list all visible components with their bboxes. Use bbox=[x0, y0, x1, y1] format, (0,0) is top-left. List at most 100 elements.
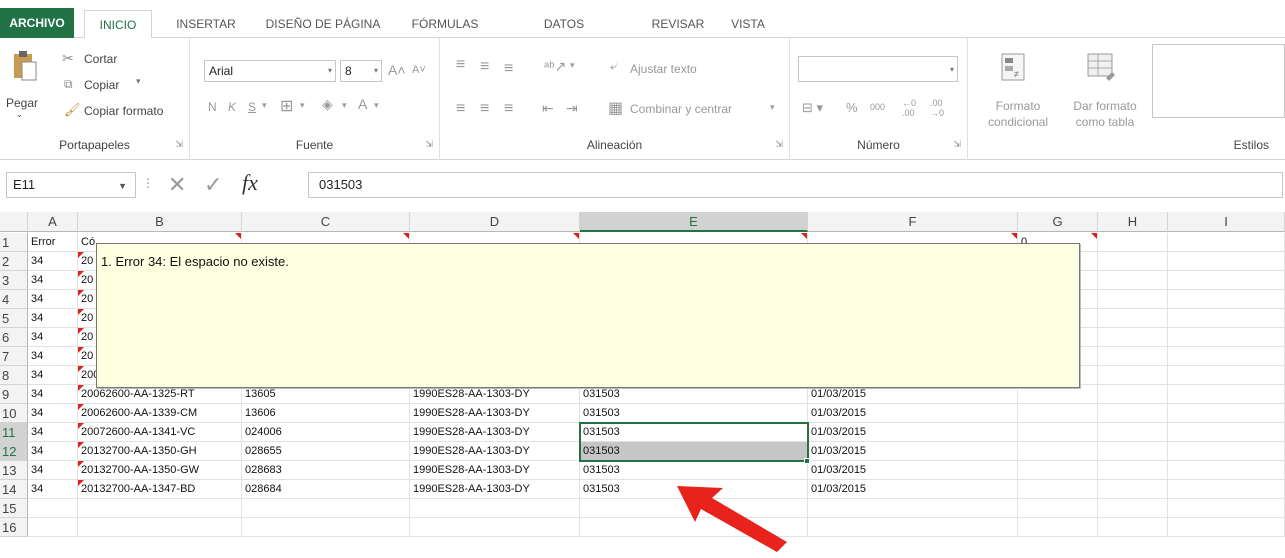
pegar-dropdown-icon[interactable]: ⌄ bbox=[16, 110, 23, 119]
wrap-text-icon[interactable]: ⤶ bbox=[610, 58, 617, 74]
grid-cell[interactable] bbox=[1168, 404, 1285, 423]
grid-cell[interactable] bbox=[1168, 366, 1285, 385]
column-header-f[interactable]: F bbox=[808, 212, 1018, 232]
grid-cell[interactable] bbox=[1098, 480, 1168, 499]
merge-dropdown-icon[interactable]: ▾ bbox=[770, 102, 775, 113]
grid-cell[interactable] bbox=[1168, 233, 1285, 252]
tab-inicio[interactable]: INICIO bbox=[84, 10, 152, 39]
grid-cell[interactable]: 34 bbox=[28, 252, 78, 271]
alineacion-launcher-icon[interactable]: ⇲ bbox=[775, 139, 783, 150]
pegar-button[interactable]: Pegar bbox=[6, 96, 38, 110]
grid-cell[interactable]: 01/03/2015 bbox=[808, 404, 1018, 423]
align-center-icon[interactable]: ≡ bbox=[480, 100, 489, 118]
combinar-centrar-button[interactable]: Combinar y centrar bbox=[630, 102, 732, 116]
grid-cell[interactable] bbox=[1168, 328, 1285, 347]
grid-cell[interactable]: 20132700-AA-1350-GH bbox=[78, 442, 242, 461]
increase-indent-icon[interactable]: ⇥ bbox=[566, 100, 578, 117]
font-color-icon[interactable]: A bbox=[358, 96, 367, 112]
grid-cell[interactable] bbox=[28, 518, 78, 537]
formato-condicional-button[interactable]: Formato condicional bbox=[974, 98, 1062, 130]
grid-cell[interactable] bbox=[1098, 271, 1168, 290]
font-name-select[interactable]: Arial ▾ bbox=[204, 60, 336, 82]
grid-cell[interactable] bbox=[1168, 309, 1285, 328]
tab-diseno-pagina[interactable]: DISEÑO DE PÁGINA bbox=[258, 10, 388, 38]
grid-cell[interactable]: 028684 bbox=[242, 480, 410, 499]
column-header-e[interactable]: E bbox=[580, 212, 808, 232]
grid-cell[interactable] bbox=[410, 518, 580, 537]
align-left-icon[interactable]: ≡ bbox=[456, 100, 465, 118]
column-header-g[interactable]: G bbox=[1018, 212, 1098, 232]
grid-cell[interactable]: 1990ES28-AA-1303-DY bbox=[410, 404, 580, 423]
currency-format-icon[interactable]: ⊟ ▾ bbox=[802, 100, 823, 116]
grid-cell[interactable] bbox=[1168, 271, 1285, 290]
row-header[interactable]: 6 bbox=[0, 328, 28, 347]
tab-datos[interactable]: DATOS bbox=[532, 10, 596, 38]
align-bottom-icon[interactable]: ≡ bbox=[504, 60, 513, 78]
grid-cell[interactable] bbox=[1098, 328, 1168, 347]
grid-cell[interactable] bbox=[1098, 518, 1168, 537]
grid-cell[interactable] bbox=[1168, 461, 1285, 480]
grid-cell[interactable]: 01/03/2015 bbox=[808, 423, 1018, 442]
row-header[interactable]: 10 bbox=[0, 404, 28, 423]
orientation-icon[interactable]: ᵃᵇ↗ bbox=[544, 58, 566, 75]
grid-cell[interactable]: 031503 bbox=[580, 404, 808, 423]
grid-cell[interactable]: 34 bbox=[28, 480, 78, 499]
row-header[interactable]: 2 bbox=[0, 252, 28, 271]
grid-cell[interactable] bbox=[808, 518, 1018, 537]
insert-function-icon[interactable]: fx bbox=[242, 170, 258, 196]
row-header[interactable]: 9 bbox=[0, 385, 28, 404]
decrease-indent-icon[interactable]: ⇤ bbox=[542, 100, 554, 117]
tab-revisar[interactable]: REVISAR bbox=[638, 10, 718, 38]
grid-cell[interactable] bbox=[1098, 233, 1168, 252]
enter-check-icon[interactable]: ✓ bbox=[204, 172, 222, 198]
grid-cell[interactable]: 20132700-AA-1350-GW bbox=[78, 461, 242, 480]
scissors-icon[interactable]: ✂ bbox=[62, 50, 74, 66]
grid-cell[interactable]: 34 bbox=[28, 366, 78, 385]
cortar-button[interactable]: Cortar bbox=[84, 52, 117, 66]
row-header[interactable]: 11 bbox=[0, 423, 28, 442]
grid-cell[interactable]: 1990ES28-AA-1303-DY bbox=[410, 423, 580, 442]
grid-cell[interactable]: 20132700-AA-1347-BD bbox=[78, 480, 242, 499]
grid-cell[interactable] bbox=[410, 499, 580, 518]
name-box[interactable]: E11 ▼ bbox=[6, 172, 136, 198]
grid-cell[interactable]: 028655 bbox=[242, 442, 410, 461]
copy-icon[interactable]: ⧉ bbox=[64, 76, 73, 92]
dar-formato-tabla-button[interactable]: Dar formato como tabla bbox=[1062, 98, 1148, 130]
grid-cell[interactable]: 34 bbox=[28, 423, 78, 442]
row-header[interactable]: 1 bbox=[0, 233, 28, 252]
bold-button[interactable]: N bbox=[208, 100, 217, 114]
tab-archivo[interactable]: ARCHIVO bbox=[0, 8, 74, 38]
shrink-font-icon[interactable]: A˅ bbox=[412, 64, 426, 76]
underline-dropdown-icon[interactable]: ▾ bbox=[262, 100, 267, 111]
align-right-icon[interactable]: ≡ bbox=[504, 100, 513, 118]
column-header-c[interactable]: C bbox=[242, 212, 410, 232]
grid-cell[interactable]: 13606 bbox=[242, 404, 410, 423]
format-as-table-icon[interactable] bbox=[1086, 52, 1116, 85]
grid-cell[interactable]: 34 bbox=[28, 442, 78, 461]
grid-cell[interactable] bbox=[1168, 385, 1285, 404]
grid-cell[interactable] bbox=[1018, 461, 1098, 480]
grid-cell[interactable]: 34 bbox=[28, 271, 78, 290]
row-header[interactable]: 8 bbox=[0, 366, 28, 385]
cancel-x-icon[interactable]: ✕ bbox=[168, 172, 186, 198]
underline-button[interactable]: S bbox=[248, 100, 256, 114]
numero-launcher-icon[interactable]: ⇲ bbox=[953, 139, 961, 150]
grid-cell[interactable] bbox=[1168, 499, 1285, 518]
tab-insertar[interactable]: INSERTAR bbox=[166, 10, 246, 38]
conditional-format-icon[interactable]: ≠ bbox=[1000, 52, 1026, 85]
align-top-icon[interactable]: ≡ bbox=[456, 56, 465, 74]
orientation-dropdown-icon[interactable]: ▾ bbox=[570, 60, 575, 71]
column-header-h[interactable]: H bbox=[1098, 212, 1168, 232]
row-header[interactable]: 13 bbox=[0, 461, 28, 480]
grid-cell[interactable]: 34 bbox=[28, 404, 78, 423]
row-header[interactable]: 7 bbox=[0, 347, 28, 366]
row-header[interactable]: 15 bbox=[0, 499, 28, 518]
grid-cell[interactable]: 1990ES28-AA-1303-DY bbox=[410, 480, 580, 499]
column-header-a[interactable]: A bbox=[28, 212, 78, 232]
paste-icon[interactable] bbox=[10, 50, 38, 82]
grid-cell[interactable]: 01/03/2015 bbox=[808, 461, 1018, 480]
grid-cell[interactable]: 34 bbox=[28, 461, 78, 480]
vertical-ellipsis-icon[interactable]: ⋮ bbox=[142, 176, 154, 190]
grid-cell[interactable] bbox=[1018, 518, 1098, 537]
grid-cell[interactable]: 01/03/2015 bbox=[808, 480, 1018, 499]
